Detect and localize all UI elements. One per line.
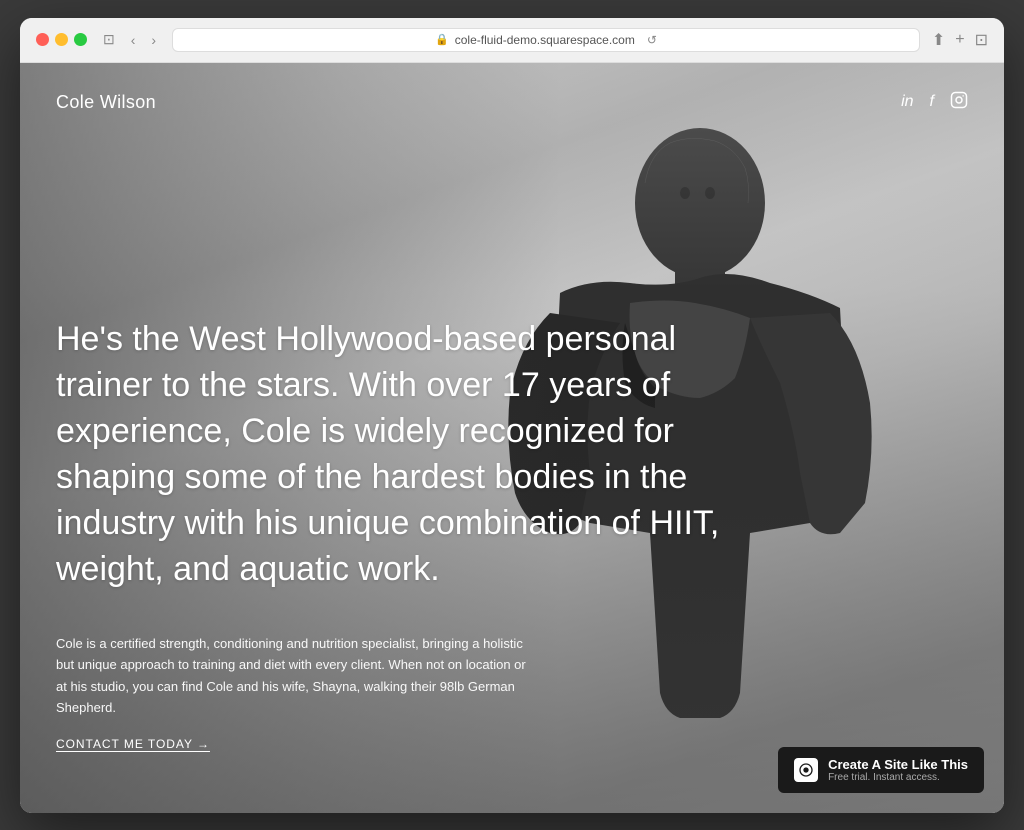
hero-body: Cole is a certified strength, conditioni… <box>56 633 536 719</box>
browser-chrome: ⊡ ‹ › 🔒 cole-fluid-demo.squarespace.com … <box>20 18 1004 63</box>
instagram-icon[interactable] <box>950 91 968 114</box>
contact-cta-link[interactable]: CONTACT ME TODAY → <box>56 737 210 751</box>
minimize-button[interactable] <box>55 33 68 46</box>
browser-window: ⊡ ‹ › 🔒 cole-fluid-demo.squarespace.com … <box>20 18 1004 813</box>
site-main: He's the West Hollywood-based personal t… <box>56 317 968 752</box>
squarespace-logo <box>794 758 818 782</box>
website-content: Cole Wilson in f He's the West Hollywood… <box>20 63 1004 813</box>
tab-manager-button[interactable]: ⊡ <box>975 30 988 50</box>
back-button[interactable]: ‹ <box>127 30 140 50</box>
badge-title: Create A Site Like This <box>828 757 968 772</box>
facebook-icon[interactable]: f <box>930 93 934 111</box>
squarespace-badge-text: Create A Site Like This Free trial. Inst… <box>828 757 968 783</box>
fullscreen-button[interactable] <box>74 33 87 46</box>
share-button[interactable]: ⬆ <box>932 30 945 50</box>
forward-button[interactable]: › <box>147 30 160 50</box>
browser-actions: ⬆ + ⊡ <box>932 30 988 50</box>
url-text: cole-fluid-demo.squarespace.com <box>455 33 635 47</box>
site-title: Cole Wilson <box>56 92 156 113</box>
lock-icon: 🔒 <box>435 33 449 46</box>
traffic-lights <box>36 33 87 46</box>
linkedin-icon[interactable]: in <box>901 93 913 111</box>
badge-subtitle: Free trial. Instant access. <box>828 772 968 783</box>
close-button[interactable] <box>36 33 49 46</box>
window-icon[interactable]: ⊡ <box>99 29 119 50</box>
hero-headline: He's the West Hollywood-based personal t… <box>56 317 736 592</box>
browser-nav-controls: ⊡ ‹ › <box>99 29 160 50</box>
squarespace-badge[interactable]: Create A Site Like This Free trial. Inst… <box>778 747 984 793</box>
social-icons: in f <box>901 91 968 114</box>
refresh-button[interactable]: ↺ <box>647 33 657 47</box>
site-header: Cole Wilson in f <box>20 63 1004 142</box>
address-bar[interactable]: 🔒 cole-fluid-demo.squarespace.com ↺ <box>172 28 920 52</box>
add-tab-button[interactable]: + <box>955 31 964 49</box>
